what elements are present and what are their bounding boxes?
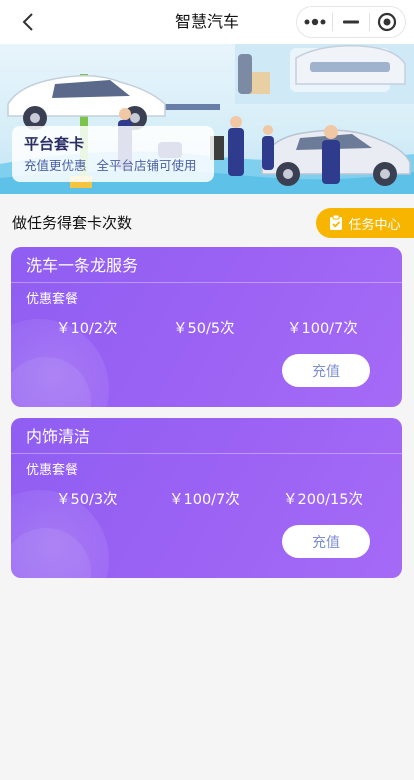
close-target-icon[interactable]	[370, 7, 405, 37]
banner-subtitle: 充值更优惠 全平台店铺可使用	[24, 157, 202, 175]
package-option[interactable]: ￥100/7次	[169, 490, 240, 510]
package-option[interactable]: ￥100/7次	[287, 319, 358, 339]
banner-subtitle-1: 充值更优惠	[24, 158, 87, 173]
package-card: 洗车一条龙服务 优惠套餐 ￥10/2次 ￥50/5次 ￥100/7次 充值	[11, 247, 402, 407]
section-title: 做任务得套卡次数	[12, 214, 133, 232]
package-option[interactable]: ￥50/5次	[173, 319, 235, 339]
recharge-button[interactable]: 充值	[282, 525, 370, 558]
promo-banner[interactable]: 平台套卡 充值更优惠 全平台店铺可使用	[0, 44, 414, 194]
more-icon[interactable]	[297, 7, 332, 37]
package-label: 优惠套餐	[26, 292, 79, 307]
package-name: 内饰清洁	[26, 427, 91, 446]
task-center-label: 任务中心	[348, 217, 401, 233]
package-label: 优惠套餐	[26, 463, 79, 478]
minimize-icon[interactable]	[333, 7, 368, 37]
clipboard-check-icon	[330, 215, 343, 230]
package-card: 内饰清洁 优惠套餐 ￥50/3次 ￥100/7次 ￥200/15次 充值	[11, 418, 402, 578]
card-divider	[11, 453, 402, 454]
banner-title: 平台套卡	[24, 135, 85, 153]
mini-program-capsule	[296, 6, 406, 38]
package-option[interactable]: ￥10/2次	[56, 319, 118, 339]
package-option[interactable]: ￥200/15次	[283, 490, 363, 510]
nav-bar: 智慧汽车	[0, 0, 414, 44]
package-option[interactable]: ￥50/3次	[56, 490, 118, 510]
banner-caption-card: 平台套卡 充值更优惠 全平台店铺可使用	[12, 126, 214, 182]
task-center-button[interactable]: 任务中心	[316, 208, 414, 238]
banner-subtitle-2: 全平台店铺可使用	[96, 158, 197, 173]
package-name: 洗车一条龙服务	[26, 256, 139, 275]
card-divider	[11, 282, 402, 283]
recharge-button[interactable]: 充值	[282, 354, 370, 387]
